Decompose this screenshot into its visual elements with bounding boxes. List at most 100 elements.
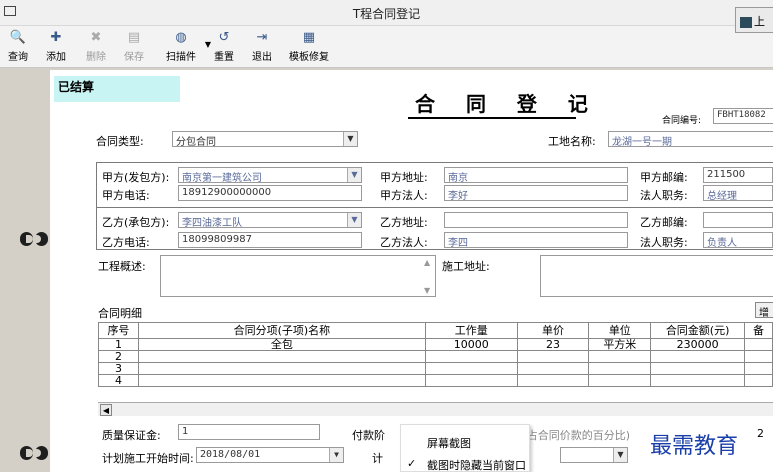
delete-icon: ✖ — [90, 30, 102, 45]
table-row[interactable]: 3 — [98, 362, 773, 375]
menu-item-hide-window[interactable]: 截图时隐藏当前窗口 — [427, 457, 526, 472]
table-cell[interactable] — [744, 350, 773, 363]
table-cell[interactable]: 23 — [516, 338, 590, 351]
column-header[interactable]: 合同分项(子项)名称 — [137, 322, 426, 339]
column-header[interactable]: 合同金额(元) — [650, 322, 746, 339]
template-icon: ▦ — [302, 30, 316, 45]
add-icon: ✚ — [50, 30, 62, 45]
site-field[interactable]: 龙湖一号一期 — [608, 131, 773, 147]
table-cell[interactable] — [588, 362, 652, 375]
party-b-phone-field[interactable]: 18099809987 — [178, 232, 362, 248]
top-right-button[interactable]: 上 — [735, 7, 773, 33]
party-a-select[interactable]: 南京第一建筑公司 ▼ — [178, 167, 362, 183]
party-b-rep-label: 乙方法人: — [380, 236, 428, 249]
table-cell[interactable] — [650, 362, 746, 375]
add-row-button[interactable]: 增 — [755, 302, 773, 318]
table-cell[interactable]: 4 — [98, 374, 139, 387]
table-row[interactable]: 4 — [98, 374, 773, 387]
table-cell[interactable] — [588, 350, 652, 363]
table-cell[interactable]: 3 — [98, 362, 139, 375]
deposit-field[interactable]: 1 — [178, 424, 320, 440]
column-header[interactable]: 单价 — [516, 322, 590, 339]
table-cell[interactable]: 2 — [98, 350, 139, 363]
page-title: 合 同 登 记 — [415, 92, 600, 116]
query-button[interactable]: 🔍 查询 — [2, 28, 34, 66]
scan-button[interactable]: ◍ 扫描件 ▼ — [160, 28, 211, 66]
percent-field[interactable]: 2 — [757, 427, 764, 440]
table-cell[interactable] — [424, 374, 518, 387]
column-header[interactable]: 备 — [744, 322, 773, 339]
party-b-title-field[interactable]: 负责人 — [703, 232, 773, 248]
add-button[interactable]: ✚ 添加 — [40, 28, 72, 66]
chevron-down-icon[interactable]: ▼ — [347, 213, 361, 227]
payment-label: 付款阶 — [352, 429, 385, 442]
toolbar-label: 查询 — [8, 52, 28, 63]
table-cell[interactable] — [650, 350, 746, 363]
save-icon: ▤ — [127, 30, 141, 45]
chevron-down-icon[interactable]: ▼ — [329, 448, 343, 462]
table-cell[interactable]: 10000 — [424, 338, 518, 351]
reset-button[interactable]: ↺ 重置 — [208, 28, 240, 66]
exit-button[interactable]: ⇥ 退出 — [246, 28, 278, 66]
table-cell[interactable]: 平方米 — [588, 338, 652, 351]
column-header[interactable]: 工作量 — [424, 322, 518, 339]
table-cell[interactable]: 230000 — [650, 338, 746, 351]
table-cell[interactable] — [137, 374, 426, 387]
column-header[interactable]: 单位 — [588, 322, 652, 339]
toolbar-label: 退出 — [252, 52, 272, 63]
party-a-zip-field[interactable]: 211500 — [703, 167, 773, 183]
save-button[interactable]: ▤ 保存 — [118, 28, 150, 66]
table-cell[interactable] — [516, 362, 590, 375]
toolbar-label: 添加 — [46, 52, 66, 63]
party-a-phone-field[interactable]: 18912900000000 — [178, 185, 362, 201]
contract-no-field[interactable]: FBHT18082 — [713, 108, 773, 124]
toolbar-label: 重置 — [214, 52, 234, 63]
start-date-field[interactable]: 2018/08/01 ▼ — [196, 447, 344, 463]
chevron-down-icon[interactable]: ▼ — [347, 168, 361, 182]
table-cell[interactable] — [650, 374, 746, 387]
binder-ring-icon — [20, 232, 48, 246]
checkmark-icon: ✓ — [407, 457, 417, 470]
table-cell[interactable] — [744, 374, 773, 387]
table-cell[interactable]: 1 — [98, 338, 139, 351]
query-icon: 🔍 — [9, 30, 27, 45]
party-a-addr-field[interactable]: 南京 — [444, 167, 628, 183]
menu-item-screenshot[interactable]: 屏幕截图 — [427, 435, 471, 451]
party-b-rep-field[interactable]: 李四 — [444, 232, 628, 248]
table-cell[interactable] — [137, 350, 426, 363]
party-a-title-field[interactable]: 总经理 — [703, 185, 773, 201]
detail-label: 合同明细 — [98, 307, 142, 320]
table-cell[interactable]: 全包 — [137, 338, 426, 351]
horizontal-scrollbar[interactable]: ◀ — [98, 402, 773, 416]
contract-type-select[interactable]: 分包合同 ▼ — [172, 131, 358, 147]
scan-icon: ◍ — [175, 30, 187, 45]
table-row[interactable]: 1 全包 10000 23 平方米 230000 — [98, 338, 773, 351]
scroll-down-icon[interactable]: ▼ — [424, 286, 430, 295]
chevron-down-icon[interactable]: ▼ — [613, 448, 627, 462]
table-cell[interactable] — [744, 362, 773, 375]
overview-label: 工程概述: — [98, 260, 146, 273]
column-header[interactable]: 序号 — [98, 322, 139, 339]
end-date-field[interactable]: ▼ — [560, 447, 628, 463]
party-b-select[interactable]: 李四油漆工队 ▼ — [178, 212, 362, 228]
table-cell[interactable] — [588, 374, 652, 387]
delete-button[interactable]: ✖ 删除 — [80, 28, 112, 66]
table-cell[interactable] — [424, 350, 518, 363]
table-cell[interactable] — [516, 350, 590, 363]
overview-textarea[interactable] — [160, 255, 436, 297]
contract-no-label: 合同编号: — [662, 116, 702, 126]
party-b-zip-field[interactable] — [703, 212, 773, 228]
party-a-rep-field[interactable]: 李好 — [444, 185, 628, 201]
scroll-up-icon[interactable]: ▲ — [424, 258, 430, 267]
table-cell[interactable] — [744, 338, 773, 351]
template-button[interactable]: ▦ 模板修复 — [288, 28, 330, 66]
chevron-down-icon[interactable]: ▼ — [343, 132, 357, 146]
party-b-addr-field[interactable] — [444, 212, 628, 228]
scroll-left-icon[interactable]: ◀ — [100, 404, 112, 416]
table-cell[interactable] — [137, 362, 426, 375]
table-cell[interactable] — [516, 374, 590, 387]
table-cell[interactable] — [424, 362, 518, 375]
party-b-label: 乙方(承包方): — [102, 216, 170, 229]
table-row[interactable]: 2 — [98, 350, 773, 363]
construction-addr-field[interactable] — [540, 255, 773, 297]
